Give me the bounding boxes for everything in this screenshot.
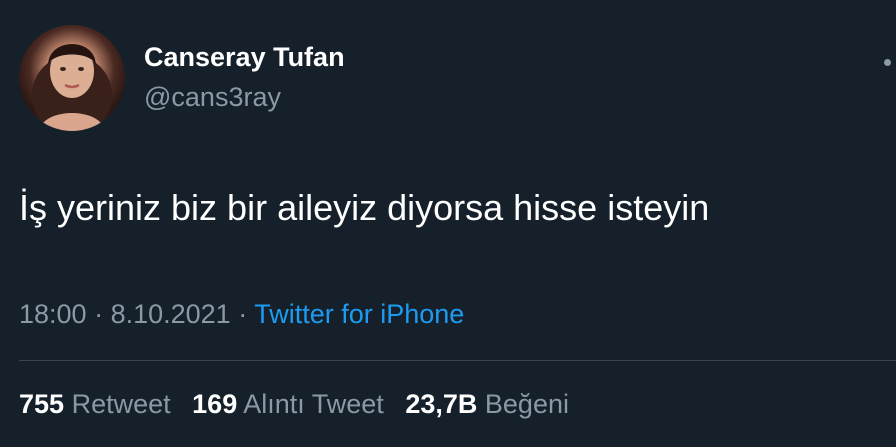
like-label: Beğeni [484, 389, 569, 419]
user-handle[interactable]: @cans3ray [144, 80, 345, 114]
like-stat[interactable]: 23,7B Beğeni [405, 389, 569, 419]
avatar-photo-icon [32, 44, 112, 131]
meta-separator: · [230, 299, 255, 329]
more-dots-icon[interactable] [880, 55, 896, 71]
display-name[interactable]: Canseray Tufan [144, 40, 345, 74]
tweet-date[interactable]: 8.10.2021 [111, 299, 231, 329]
quote-stat[interactable]: 169 Alıntı Tweet [192, 389, 384, 419]
retweet-count: 755 [19, 389, 65, 419]
quote-label: Alıntı Tweet [243, 389, 384, 419]
author-block: Canseray Tufan @cans3ray [144, 40, 345, 114]
quote-count: 169 [192, 389, 238, 419]
meta-separator: · [86, 299, 111, 329]
tweet-stats: 755 Retweet 169 Alıntı Tweet 23,7B Beğen… [19, 387, 583, 421]
tweet-detail: Canseray Tufan @cans3ray İş yeriniz biz … [0, 0, 896, 447]
tweet-text: İş yeriniz biz bir aileyiz diyorsa hisse… [19, 187, 710, 228]
tweet-source-link[interactable]: Twitter for iPhone [254, 299, 464, 329]
avatar[interactable] [19, 25, 125, 131]
retweet-stat[interactable]: 755 Retweet [19, 389, 171, 419]
retweet-label: Retweet [71, 389, 171, 419]
tweet-time[interactable]: 18:00 [19, 299, 87, 329]
divider [19, 360, 896, 361]
tweet-meta: 18:00 · 8.10.2021 · Twitter for iPhone [19, 297, 464, 331]
like-count: 23,7B [405, 389, 478, 419]
